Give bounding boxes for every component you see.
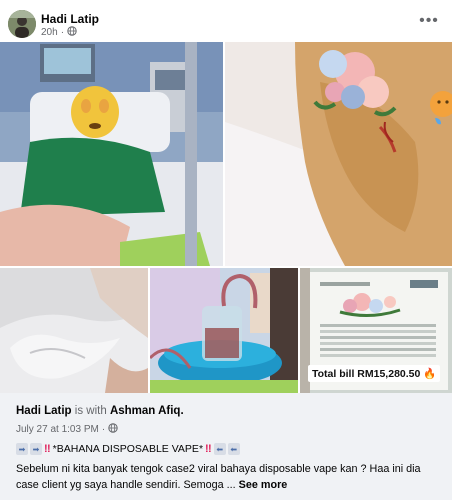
caption-body: Sebelum ni kita banyak tengok case2 vira…: [16, 461, 441, 493]
right-arrow-icon: ➡: [30, 443, 42, 455]
author-name[interactable]: Hadi Latip: [41, 12, 99, 26]
caption-author-line: Hadi Latip is with Ashman Afiq.: [16, 405, 184, 417]
see-more-link[interactable]: See more: [239, 479, 288, 491]
globe-icon: [108, 423, 118, 436]
photo-hospital-bill[interactable]: Total bill RM15,280.50 🔥: [300, 268, 452, 393]
caption-headline: ➡ ➡ ‼ *BAHANA DISPOSABLE VAPE* ‼ ⬅ ⬅: [16, 443, 240, 455]
double-exclamation-icon: ‼: [44, 443, 51, 455]
post-header: Hadi Latip 20h · •••: [0, 0, 452, 42]
double-exclamation-icon: ‼: [205, 443, 212, 455]
photo-wound[interactable]: [225, 42, 452, 266]
left-arrow-icon: ⬅: [227, 443, 240, 455]
bill-total-label: Total bill RM15,280.50 🔥: [308, 365, 441, 382]
caption-date[interactable]: July 27 at 1:03 PM: [16, 424, 99, 435]
time-ago[interactable]: 20h: [41, 27, 58, 38]
photo-hospital-patient[interactable]: [0, 42, 223, 266]
photo-drainage-bowl[interactable]: [150, 268, 298, 393]
tagged-person[interactable]: Ashman Afiq.: [110, 405, 184, 417]
fire-emoji: 🔥: [423, 368, 437, 380]
avatar[interactable]: [8, 10, 36, 38]
globe-icon: [67, 26, 77, 39]
left-arrow-icon: ⬅: [213, 443, 226, 455]
photo-gauze[interactable]: [0, 268, 148, 393]
photo-gallery: Total bill RM15,280.50 🔥: [0, 42, 452, 393]
caption-text: Sebelum ni kita banyak tengok case2 vira…: [16, 463, 421, 491]
post-meta: 20h ·: [41, 26, 77, 39]
right-arrow-icon: ➡: [16, 443, 28, 455]
caption-time: July 27 at 1:03 PM ·: [16, 423, 118, 436]
with-text: is with: [74, 405, 107, 417]
post-caption: Hadi Latip is with Ashman Afiq. July 27 …: [0, 393, 452, 500]
more-options-button[interactable]: •••: [418, 12, 440, 30]
ellipsis-icon: •••: [419, 12, 439, 29]
facebook-post: Hadi Latip 20h · ••• Total bill RM15,280…: [0, 0, 452, 500]
caption-author[interactable]: Hadi Latip: [16, 405, 72, 417]
headline-text: *BAHANA DISPOSABLE VAPE*: [52, 443, 204, 455]
